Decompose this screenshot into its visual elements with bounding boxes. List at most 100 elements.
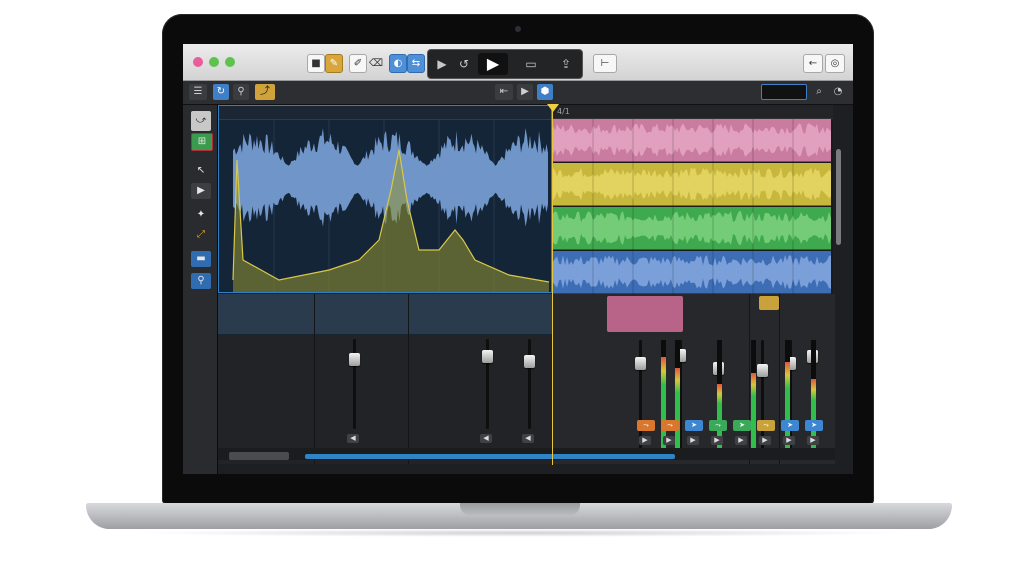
zoom-window-button[interactable]	[225, 57, 235, 67]
channel-route-chip[interactable]: ➤	[685, 420, 703, 431]
level-meter	[675, 340, 680, 450]
track-tool-icon[interactable]: ⊞	[191, 133, 213, 151]
stop-mode-button[interactable]: ■	[307, 54, 325, 73]
level-meter	[811, 340, 816, 450]
editor-mixer: ◀ ◀ ◀	[218, 294, 552, 464]
fader-handle[interactable]	[635, 356, 646, 370]
playhead-handle[interactable]	[547, 104, 559, 112]
tuner-button[interactable]: ⊢	[593, 54, 617, 73]
channel-divider	[779, 294, 780, 464]
channel-route-chip[interactable]: ⤳	[709, 420, 727, 431]
pointer-tool-icon[interactable]: ↖	[191, 163, 211, 179]
cycle-button[interactable]: ↺	[452, 55, 476, 73]
play-button[interactable]: ▶	[478, 53, 508, 75]
forward-icon[interactable]: ▶	[517, 84, 533, 100]
smart-tool-icon[interactable]: ⤴	[255, 84, 275, 100]
skip-start-icon[interactable]: ⇤	[495, 84, 513, 100]
channel-play-button[interactable]: ▶	[639, 436, 651, 445]
fader-track[interactable]	[528, 339, 531, 429]
fader-track[interactable]	[761, 340, 764, 450]
webcam	[515, 26, 521, 32]
library-menu-icon[interactable]: ☰	[189, 84, 207, 100]
close-window-button[interactable]	[193, 57, 203, 67]
track-region[interactable]	[553, 163, 831, 206]
selected-channel-header[interactable]	[607, 296, 683, 332]
channel-route-chip[interactable]: ➤	[733, 420, 751, 431]
channel-play-button[interactable]: ▶	[711, 436, 723, 445]
tracks-vertical-scrollbar[interactable]	[836, 149, 841, 245]
search-input[interactable]	[761, 84, 807, 100]
channel-play-button[interactable]: ▶	[663, 436, 675, 445]
level-meter-fill	[675, 367, 680, 450]
channel-divider	[408, 294, 409, 464]
timeline-horizontal-scrollbar[interactable]	[305, 454, 675, 459]
level-meter	[661, 340, 666, 450]
editor-waveform	[232, 120, 550, 292]
track-waveform	[553, 163, 831, 206]
control-bar: ☰ ↻ ⚲ ⤴ ⇤ ▶ ⬢ ⌕ ◔	[183, 81, 853, 105]
level-meter	[785, 340, 790, 450]
track-waveform	[553, 251, 831, 294]
laptop-shadow	[130, 529, 910, 537]
pan-button[interactable]: ◀	[480, 434, 492, 443]
channel-play-button[interactable]: ▶	[783, 436, 795, 445]
track-region[interactable]	[553, 207, 831, 250]
marquee-tool-icon[interactable]: ✦	[191, 207, 211, 223]
level-meter	[717, 340, 722, 450]
zoom-tool-icon[interactable]: ⚲	[191, 273, 211, 289]
channel-route-chip[interactable]: ⤳	[757, 420, 775, 431]
level-meter	[751, 340, 756, 450]
track-region[interactable]	[553, 119, 831, 162]
fader-handle[interactable]	[524, 355, 535, 369]
resize-tool-icon[interactable]: ⤢	[191, 227, 211, 243]
edit-tool-icon[interactable]: ⤻	[191, 111, 211, 131]
edit-button[interactable]: ✐	[349, 54, 367, 73]
channel-play-button[interactable]: ▶	[735, 436, 747, 445]
search-tool-icon[interactable]: ⚲	[233, 84, 249, 100]
laptop-notch	[460, 503, 580, 515]
timeline-ruler[interactable]: 4/1	[553, 105, 833, 119]
pan-button[interactable]: ◀	[347, 434, 359, 443]
app-window: ■ ✎ ✐ ⌫ ◐ ⇆ ▶ ↺ ▶ ▭ ⇪ ⊢ ← ◎ ☰ ↻ ⚲ ⤴ ⇤ ▶ …	[183, 44, 853, 474]
settings-icon[interactable]: ⬢	[537, 84, 553, 100]
title-bar: ■ ✎ ✐ ⌫ ◐ ⇆ ▶ ↺ ▶ ▭ ⇪ ⊢ ← ◎	[183, 44, 853, 81]
record-button[interactable]: ▭	[514, 55, 548, 73]
minimize-window-button[interactable]	[209, 57, 219, 67]
channel-play-button[interactable]: ▶	[807, 436, 819, 445]
track-waveform	[553, 207, 831, 250]
help-button[interactable]: ◎	[825, 54, 845, 73]
play-tool-icon[interactable]: ▶	[191, 183, 211, 199]
export-button[interactable]: ⇪	[554, 55, 578, 73]
refresh-icon[interactable]: ↻	[213, 84, 229, 100]
fader-handle[interactable]	[757, 364, 768, 378]
pan-button[interactable]: ◀	[522, 434, 534, 443]
link-button[interactable]: ⇆	[407, 54, 425, 73]
notification-icon[interactable]: ◔	[831, 84, 845, 100]
mute-tool-icon[interactable]: ▬	[191, 251, 211, 267]
rewind-button[interactable]: ▶	[430, 55, 454, 73]
channel-play-button[interactable]: ▶	[687, 436, 699, 445]
channel-divider	[749, 294, 750, 464]
fader-handle[interactable]	[349, 353, 360, 367]
editor-mixer-header	[218, 294, 552, 335]
pencil-tool-button[interactable]: ✎	[325, 54, 343, 73]
track-mixer: ⤳ ▶ ⤳ ▶ ➤ ▶ ⤳ ▶ ➤ ▶ ⤳ ▶ ➤ ▶ ➤ ▶	[553, 294, 835, 464]
channel-route-chip[interactable]: ➤	[781, 420, 799, 431]
channel-gold-tag[interactable]	[759, 296, 779, 310]
loop-button[interactable]: ◐	[389, 54, 407, 73]
channel-divider	[314, 294, 315, 464]
eraser-button[interactable]: ⌫	[367, 54, 385, 73]
channel-play-button[interactable]: ▶	[759, 436, 771, 445]
tracks-area[interactable]: 4/1	[553, 105, 833, 294]
channel-route-chip[interactable]: ⤳	[637, 420, 655, 431]
audio-editor[interactable]	[218, 105, 552, 293]
channel-route-chip[interactable]: ⤳	[661, 420, 679, 431]
zoom-slider[interactable]	[229, 452, 289, 460]
back-button[interactable]: ←	[803, 54, 823, 73]
fader-handle[interactable]	[482, 349, 493, 363]
channel-route-chip[interactable]: ➤	[805, 420, 823, 431]
search-icon[interactable]: ⌕	[811, 84, 827, 100]
track-region[interactable]	[553, 251, 831, 294]
editor-header	[219, 106, 551, 120]
playhead[interactable]	[552, 105, 553, 465]
